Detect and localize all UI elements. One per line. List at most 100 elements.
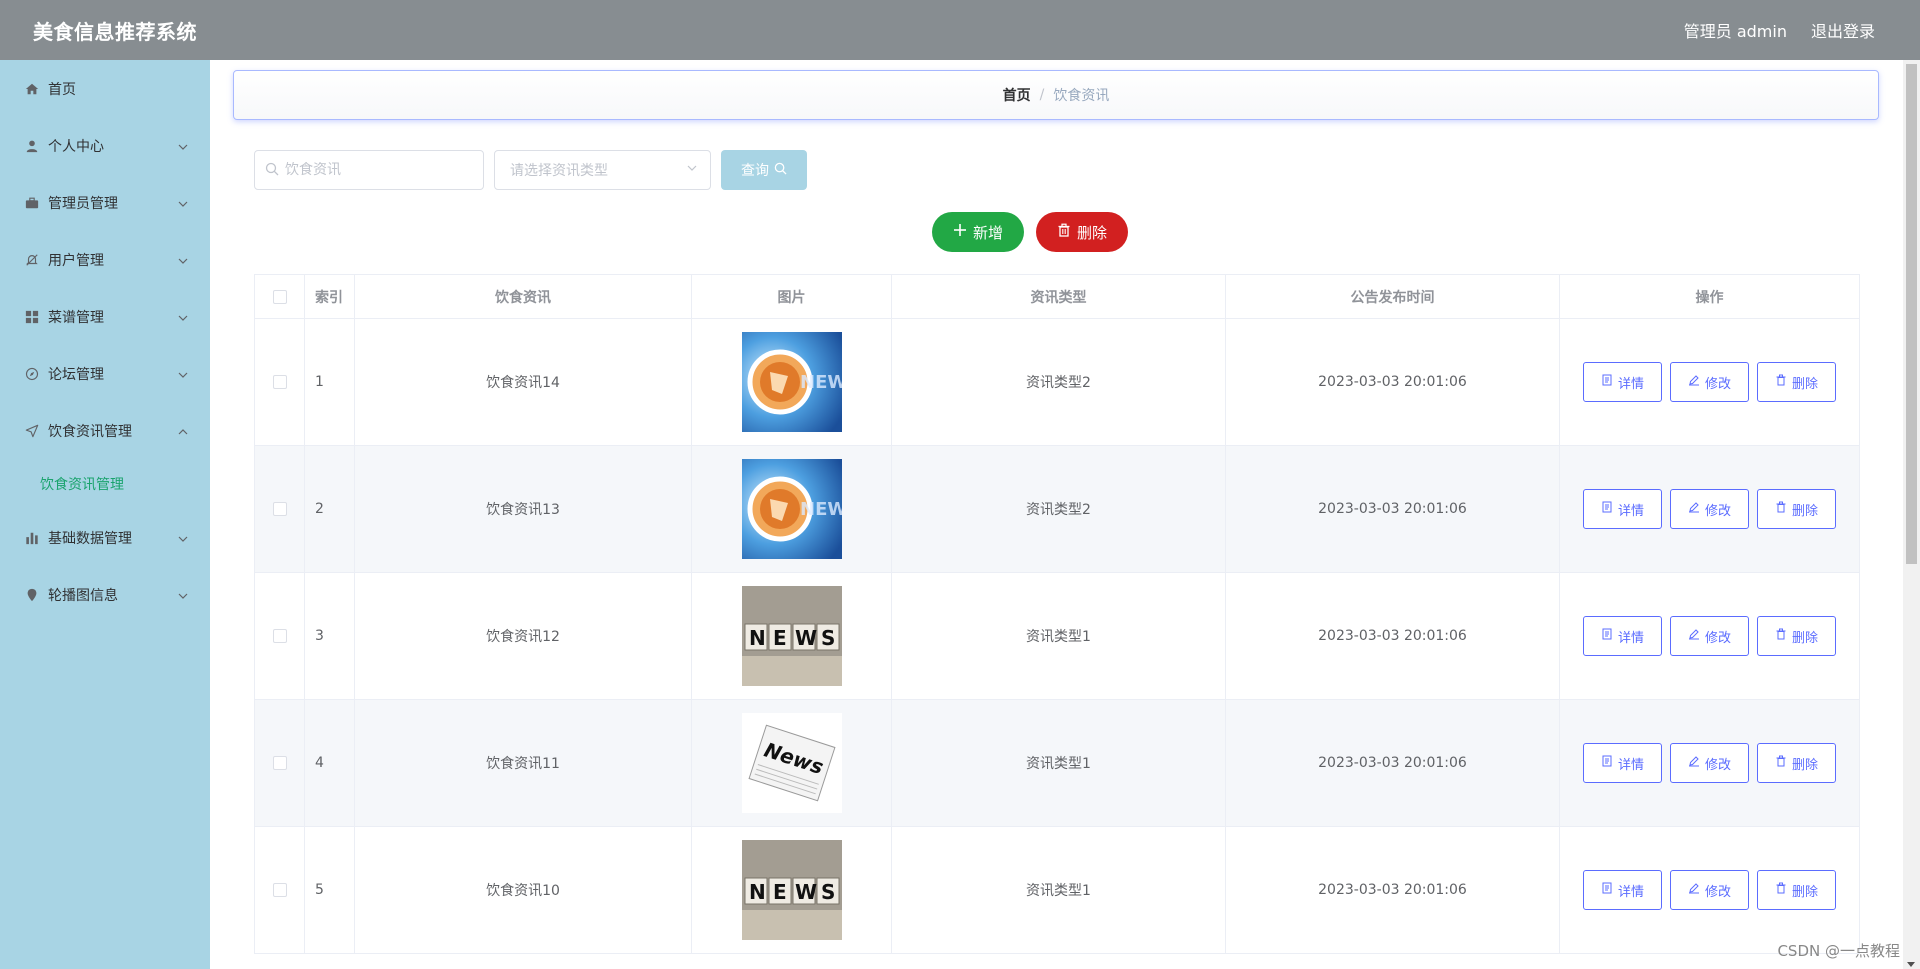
row-checkbox[interactable] (272, 502, 287, 516)
action-row: 新增 删除 (932, 212, 1128, 252)
svg-text:NEWS: NEWS (800, 372, 842, 393)
sidebar-item-carousel[interactable]: 轮播图信息 (0, 566, 210, 623)
edit-button[interactable]: 修改 (1670, 362, 1749, 402)
sidebar-item-news[interactable]: 饮食资讯管理 (0, 402, 210, 459)
sidebar: 首页 个人中心 管理员管理 用户管理 菜谱管理 论坛管理 饮食资讯管理 饮食资讯… (0, 60, 210, 969)
news-thumbnail[interactable]: News (741, 713, 842, 813)
select-all-checkbox[interactable] (272, 289, 287, 304)
sidebar-subitem-news-manage[interactable]: 饮食资讯管理 (0, 459, 210, 509)
sidebar-item-home[interactable]: 首页 (0, 60, 210, 117)
page-scrollbar[interactable] (1903, 60, 1920, 969)
sidebar-item-profile[interactable]: 个人中心 (0, 117, 210, 174)
row-checkbox[interactable] (272, 375, 287, 389)
row-checkbox[interactable] (272, 756, 287, 770)
edit-label: 修改 (1704, 503, 1731, 519)
location-icon (24, 587, 40, 603)
cell-index: 2 (305, 446, 355, 573)
detail-button[interactable]: 详情 (1583, 489, 1662, 529)
detail-button[interactable]: 详情 (1583, 616, 1662, 656)
trash-icon (1057, 223, 1071, 241)
edit-button[interactable]: 修改 (1670, 743, 1749, 783)
breadcrumb-home[interactable]: 首页 (1003, 85, 1031, 105)
row-checkbox-cell (255, 573, 305, 700)
svg-text:W: W (795, 626, 817, 650)
trash-icon (1775, 755, 1787, 771)
detail-button[interactable]: 详情 (1583, 870, 1662, 910)
edit-pen-icon (1688, 628, 1700, 644)
cell-title: 饮食资讯11 (355, 700, 692, 827)
table-row: 5 饮食资讯10 NEWS 资讯类型1 2023-03-03 20:01:06 … (255, 827, 1860, 954)
document-icon (1601, 501, 1613, 517)
svg-text:N: N (749, 880, 766, 904)
svg-text:S: S (821, 880, 835, 904)
table-header-row: 索引 饮食资讯 图片 资讯类型 公告发布时间 操作 (255, 275, 1860, 319)
edit-label: 修改 (1704, 376, 1731, 392)
row-delete-label: 删除 (1791, 884, 1818, 900)
bar-chart-icon (24, 530, 40, 546)
keyword-search-input[interactable] (285, 162, 465, 178)
sidebar-item-recipes[interactable]: 菜谱管理 (0, 288, 210, 345)
chevron-down-icon (178, 368, 188, 378)
trash-icon (1775, 374, 1787, 390)
cell-actions: 详情 修改 删除 (1560, 700, 1860, 827)
row-delete-button[interactable]: 删除 (1757, 743, 1836, 783)
add-label: 新增 (972, 223, 1003, 242)
header-checkbox-cell (255, 275, 305, 319)
detail-label: 详情 (1617, 630, 1644, 646)
breadcrumb-separator: / (1039, 87, 1045, 103)
query-button[interactable]: 查询 (721, 150, 807, 190)
cell-title: 饮食资讯10 (355, 827, 692, 954)
cell-actions: 详情 修改 删除 (1560, 573, 1860, 700)
news-thumbnail[interactable]: NEWS (741, 459, 842, 559)
sidebar-item-forum[interactable]: 论坛管理 (0, 345, 210, 402)
row-checkbox[interactable] (272, 883, 287, 897)
news-type-select[interactable]: 请选择资讯类型 (494, 150, 711, 190)
edit-button[interactable]: 修改 (1670, 489, 1749, 529)
sidebar-item-admins[interactable]: 管理员管理 (0, 174, 210, 231)
cell-image: NEWS (692, 573, 892, 700)
detail-button[interactable]: 详情 (1583, 362, 1662, 402)
cell-image: News (692, 700, 892, 827)
sidebar-item-label: 管理员管理 (48, 195, 118, 212)
cell-title: 饮食资讯12 (355, 573, 692, 700)
news-thumbnail[interactable]: NEWS (741, 586, 842, 686)
edit-label: 修改 (1704, 757, 1731, 773)
column-header-actions: 操作 (1560, 275, 1860, 319)
news-thumbnail[interactable]: NEWS (741, 840, 842, 940)
grid-icon (24, 309, 40, 325)
logout-link[interactable]: 退出登录 (1811, 18, 1875, 42)
chevron-down-icon (686, 162, 698, 178)
row-delete-button[interactable]: 删除 (1757, 870, 1836, 910)
batch-delete-button[interactable]: 删除 (1036, 212, 1128, 252)
edit-button[interactable]: 修改 (1670, 870, 1749, 910)
detail-label: 详情 (1617, 757, 1644, 773)
news-table: 索引 饮食资讯 图片 资讯类型 公告发布时间 操作 1 饮食资讯14 NEWS … (254, 274, 1860, 954)
scrollbar-thumb[interactable] (1906, 64, 1917, 564)
sidebar-item-basic-data[interactable]: 基础数据管理 (0, 509, 210, 566)
query-label: 查询 (741, 163, 769, 179)
cell-time: 2023-03-03 20:01:06 (1226, 446, 1560, 573)
news-thumbnail[interactable]: NEWS (741, 332, 842, 432)
row-checkbox-cell (255, 319, 305, 446)
row-delete-label: 删除 (1791, 376, 1818, 392)
news-type-placeholder: 请选择资讯类型 (510, 163, 608, 179)
sidebar-item-label: 菜谱管理 (48, 309, 104, 326)
chevron-down-icon (178, 311, 188, 321)
delete-label: 删除 (1076, 223, 1107, 242)
edit-pen-icon (1688, 501, 1700, 517)
trash-icon (1775, 501, 1787, 517)
row-delete-button[interactable]: 删除 (1757, 616, 1836, 656)
scroll-down-arrow-icon[interactable] (1907, 962, 1915, 967)
sidebar-item-users[interactable]: 用户管理 (0, 231, 210, 288)
row-checkbox[interactable] (272, 629, 287, 643)
search-icon (265, 161, 279, 180)
row-delete-button[interactable]: 删除 (1757, 362, 1836, 402)
cell-type: 资讯类型1 (892, 700, 1226, 827)
sidebar-item-label: 基础数据管理 (48, 530, 132, 547)
edit-button[interactable]: 修改 (1670, 616, 1749, 656)
header-right: 管理员 admin 退出登录 (1684, 18, 1875, 42)
add-button[interactable]: 新增 (932, 212, 1024, 252)
row-delete-button[interactable]: 删除 (1757, 489, 1836, 529)
detail-button[interactable]: 详情 (1583, 743, 1662, 783)
chevron-down-icon (178, 254, 188, 264)
